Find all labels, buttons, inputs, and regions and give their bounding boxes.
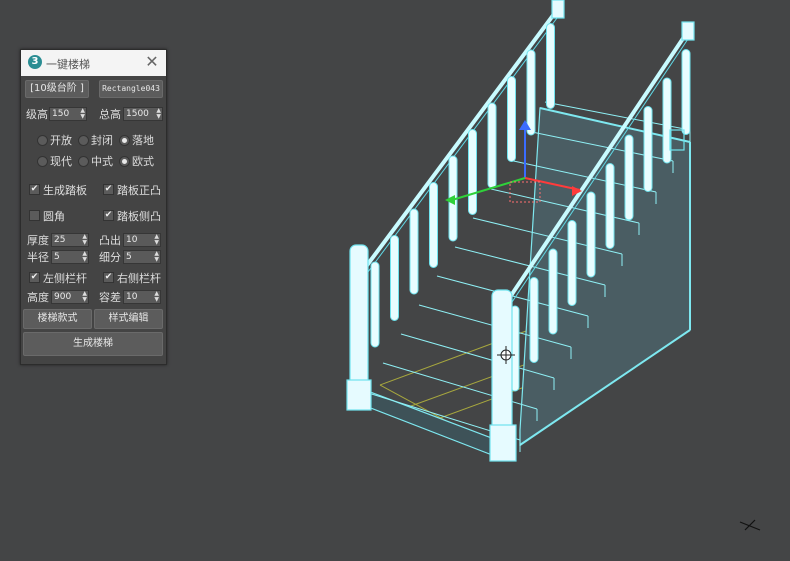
- baluster: [409, 208, 419, 295]
- radius-label: 半径: [27, 251, 49, 264]
- step-count-button[interactable]: [10级台阶 ]: [25, 80, 89, 98]
- gen-tread-checkbox[interactable]: ✔: [29, 184, 40, 195]
- baluster: [624, 134, 634, 221]
- tolerance-spinner[interactable]: 10 ▲ ▼: [123, 290, 161, 304]
- baluster: [487, 102, 497, 189]
- baluster: [468, 129, 477, 215]
- baluster: [643, 106, 653, 192]
- close-button[interactable]: ✕: [144, 53, 160, 71]
- rounded-label: 圆角: [43, 210, 65, 223]
- protrude-label: 凸出: [99, 234, 121, 247]
- segments-value: 5: [126, 252, 132, 262]
- radio-modern[interactable]: [37, 156, 48, 167]
- right-rail-checkbox[interactable]: ✔: [103, 272, 114, 283]
- baluster: [548, 248, 558, 335]
- app-icon: 3: [28, 55, 42, 69]
- generate-stairs-button[interactable]: 生成楼梯: [23, 332, 163, 356]
- radio-closed-label: 封闭: [91, 134, 113, 147]
- baluster: [429, 182, 438, 268]
- panel-title: 一键楼梯: [46, 58, 90, 71]
- radio-floor-label: 落地: [132, 134, 154, 147]
- left-rail-checkbox[interactable]: ✔: [29, 272, 40, 283]
- tread-front-label: 踏板正凸: [117, 184, 161, 197]
- height-label: 高度: [27, 291, 49, 304]
- radio-chinese-label: 中式: [91, 155, 113, 168]
- baluster: [390, 235, 399, 321]
- protrude-spinner[interactable]: 10 ▲ ▼: [123, 233, 161, 247]
- baluster: [681, 49, 691, 135]
- edit-style-button[interactable]: 样式编辑: [94, 309, 163, 329]
- radio-open-label: 开放: [50, 134, 72, 147]
- segments-label: 细分: [99, 251, 121, 264]
- radio-closed[interactable]: [78, 135, 89, 146]
- step-height-spinner[interactable]: 150 ▲ ▼: [49, 107, 87, 121]
- object-pick-button[interactable]: Rectangle043: [99, 80, 163, 98]
- height-spinner[interactable]: 900 ▲ ▼: [51, 290, 89, 304]
- rounded-checkbox[interactable]: [29, 210, 40, 221]
- baluster: [370, 261, 380, 348]
- tolerance-label: 容差: [99, 291, 121, 304]
- radio-open[interactable]: [37, 135, 48, 146]
- segments-spinner[interactable]: 5 ▲ ▼: [123, 250, 161, 264]
- baluster: [605, 163, 615, 249]
- staircase-wireframe: [346, 0, 761, 531]
- thickness-value: 25: [54, 235, 66, 245]
- baluster: [526, 49, 536, 136]
- baluster: [586, 191, 596, 278]
- tread-side-checkbox[interactable]: ✔: [103, 210, 114, 221]
- step-height-label: 级高: [26, 108, 48, 121]
- stair-tool-panel: 3 一键楼梯 ✕ [10级台阶 ] Rectangle043 级高 150 ▲ ▼ …: [20, 49, 167, 365]
- tread-side-label: 踏板侧凸: [117, 210, 161, 223]
- height-value: 900: [54, 292, 72, 302]
- protrude-value: 10: [126, 235, 138, 245]
- baluster: [529, 277, 539, 363]
- world-axis-icon: [739, 519, 761, 531]
- tolerance-value: 10: [126, 292, 138, 302]
- radius-spinner[interactable]: 5 ▲ ▼: [51, 250, 89, 264]
- baluster: [567, 220, 577, 306]
- thickness-spinner[interactable]: 25 ▲ ▼: [51, 233, 89, 247]
- left-rail-label: 左侧栏杆: [43, 272, 87, 285]
- radius-value: 5: [54, 252, 60, 262]
- radio-european-label: 欧式: [132, 155, 154, 168]
- radio-chinese[interactable]: [78, 156, 89, 167]
- gen-tread-label: 生成踏板: [43, 184, 87, 197]
- stair-style-button[interactable]: 楼梯款式: [23, 309, 92, 329]
- baluster: [507, 76, 516, 162]
- thickness-label: 厚度: [27, 234, 49, 247]
- total-height-spinner[interactable]: 1500 ▲ ▼: [123, 107, 163, 121]
- total-height-value: 1500: [126, 109, 149, 119]
- step-height-value: 150: [52, 109, 70, 119]
- total-height-label: 总高: [99, 108, 121, 121]
- baluster: [546, 23, 555, 109]
- radio-floor[interactable]: [119, 135, 130, 146]
- radio-european[interactable]: [119, 156, 130, 167]
- tread-front-checkbox[interactable]: ✔: [103, 184, 114, 195]
- panel-titlebar[interactable]: 3 一键楼梯 ✕: [21, 50, 166, 76]
- right-rail-label: 右侧栏杆: [117, 272, 161, 285]
- radio-modern-label: 现代: [50, 155, 72, 168]
